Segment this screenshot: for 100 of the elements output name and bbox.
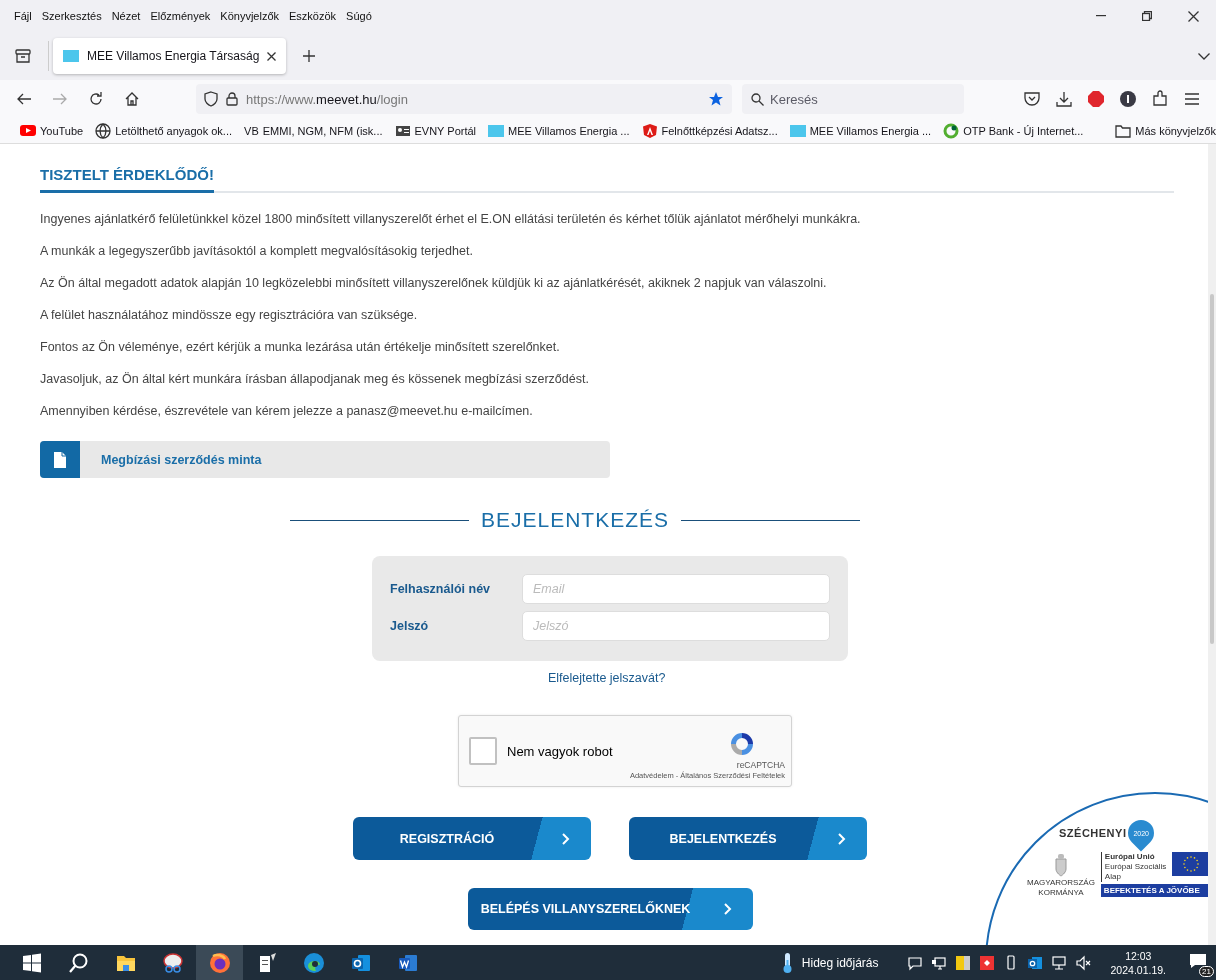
bookmark-item[interactable]: OTP Bank - Új Internet... <box>943 122 1084 139</box>
search-field[interactable]: Keresés <box>742 84 964 114</box>
document-link[interactable]: Megbízási szerződés minta <box>40 441 610 478</box>
chevron-right-icon <box>838 832 846 845</box>
slogan-banner: BEFEKTETÉS A JÖVŐBE <box>1100 884 1211 897</box>
puzzle-icon <box>1151 90 1169 108</box>
chat-bubble-icon[interactable] <box>906 954 923 971</box>
site-favicon <box>63 50 79 62</box>
shield-icon <box>204 91 218 107</box>
site-favicon <box>789 122 806 139</box>
bookmark-label: MEE Villamos Energia ... <box>809 124 932 137</box>
input-field[interactable]: Jelszó <box>522 611 830 641</box>
pocket-icon <box>1023 90 1041 108</box>
bookmark-item[interactable]: EVNY Portál <box>394 122 477 139</box>
speaker-muted-icon[interactable] <box>1074 954 1091 971</box>
captcha-label: Nem vagyok robot <box>507 743 613 759</box>
eu-text: Európai Unió <box>1104 852 1156 862</box>
info-paragraph: Javasoljuk, az Ön által kért munkára írásban állapodjanak meg és kössenek megbízási szerződést. <box>40 371 590 388</box>
close-icon[interactable] <box>267 51 277 61</box>
menu-item[interactable]: Szerkesztés <box>41 8 102 24</box>
field-label: Jelszó <box>390 619 430 633</box>
clock[interactable]: 12:03 2024.01.19. <box>1104 947 1172 978</box>
menu-item[interactable]: Előzmények <box>150 8 211 24</box>
star-icon[interactable] <box>708 91 724 107</box>
input-field[interactable]: Email <box>522 574 830 604</box>
folder-icon <box>1115 122 1132 139</box>
search-icon <box>67 951 90 974</box>
download-icon <box>1055 90 1073 108</box>
badge-title: SZÉCHENYI <box>1059 827 1127 839</box>
info-paragraph: Ingyenes ajánlatkérő felületünkkel közel 1800 minősített villanyszerelőt érhet el E.ON ellátási területén és kérhet tőlük ajánlatot mérőhelyi munkákra. <box>40 211 862 228</box>
bookmark-item[interactable]: Más könyvjelzők <box>1115 122 1216 139</box>
stop-sign-icon <box>1087 90 1105 108</box>
message-icon <box>1189 953 1207 969</box>
notification-button[interactable]: 21 <box>1180 945 1216 980</box>
restore-icon <box>1142 11 1152 21</box>
menu-item[interactable]: Fájl <box>14 8 32 24</box>
scrollbar-thumb[interactable] <box>1210 294 1214 644</box>
info-paragraph: Az Ön által megadott adatok alapján 10 legközelebbi minősített villanyszerelőnek küldjük ki az ajánlatkérését, akiknek 2 napjuk van válaszolni. <box>40 275 828 292</box>
bookmark-label: OTP Bank - Új Internet... <box>963 124 1084 137</box>
menu-item[interactable]: Nézet <box>111 8 141 24</box>
captcha-brand: reCAPTCHA <box>736 759 785 770</box>
chevron-right-icon <box>724 903 732 915</box>
government-text: KORMÁNYA <box>1038 888 1084 897</box>
forgot-password-link[interactable]: Elfelejtette jelszavát? <box>548 671 666 685</box>
bookmark-label: Más könyvjelzők <box>1135 124 1216 137</box>
eu-text: Alap <box>1104 872 1122 882</box>
page-heading: TISZTELT ÉRDEKLŐDŐ! <box>40 166 214 193</box>
action-button[interactable]: REGISZTRÁCIÓ <box>353 817 591 860</box>
chevron-right-icon <box>562 832 570 845</box>
info-circle-icon <box>1119 90 1137 108</box>
ring-icon <box>943 122 960 139</box>
action-button[interactable]: BEJELENTKEZÉS <box>629 817 867 860</box>
bookmark-item[interactable]: Letölthető anyagok ok... <box>95 122 233 139</box>
bookmark-item[interactable]: MEE Villamos Energia ... <box>488 122 630 139</box>
eu-flag-icon <box>1172 852 1211 876</box>
bookmark-label: MEE Villamos Energia ... <box>508 124 630 137</box>
bookmark-item[interactable]: VB EMMI, NGM, NFM (isk... <box>244 124 383 137</box>
site-favicon <box>488 122 505 139</box>
chevron-down-icon[interactable] <box>1198 52 1210 60</box>
bookmark-item[interactable]: MEE Villamos Energia ... <box>789 122 932 139</box>
bookmark-prefix: VB <box>244 124 259 137</box>
electrician-login-button[interactable]: BELÉPÉS VILLANYSZERELŐKNEK <box>468 888 753 930</box>
lock-icon <box>226 92 238 106</box>
login-title: BEJELENTKEZÉS <box>480 508 670 532</box>
menu-icon <box>1183 90 1201 108</box>
menu-item[interactable]: Eszközök <box>289 8 337 24</box>
info-paragraph: A felület használatához mindössze egy regisztrációra van szüksége. <box>40 307 419 324</box>
bookmark-label: Letölthető anyagok ok... <box>115 124 233 137</box>
bookmark-label: EMMI, NGM, NFM (isk... <box>262 124 383 137</box>
bookmark-item[interactable]: YouTube <box>20 122 84 139</box>
tab-title: MEE Villamos Energia Társaság <box>87 49 260 63</box>
info-paragraph: Fontos az Ön véleménye, ezért kérjük a munka lezárása után értékelje minősített szerelőnket. <box>40 339 561 356</box>
scrollbar[interactable] <box>1208 144 1216 945</box>
weather-widget[interactable]: Hideg időjárás <box>773 950 885 975</box>
address-bar[interactable]: https://www.meevet.hu/login <box>196 84 732 114</box>
government-text: MAGYARORSZÁG <box>1027 878 1095 887</box>
app-tile-icon[interactable] <box>954 954 971 971</box>
mail-letter-icon[interactable] <box>1026 954 1043 971</box>
notification-count: 21 <box>1199 966 1214 977</box>
home-icon <box>124 91 140 107</box>
bookmark-label: YouTube <box>40 124 84 137</box>
reload-icon <box>88 91 104 107</box>
monitor-icon[interactable] <box>930 954 947 971</box>
browser-tab[interactable]: MEE Villamos Energia Társaság <box>53 38 287 74</box>
app-tile-icon[interactable] <box>978 954 995 971</box>
info-paragraph: A munkák a legegyszerűbb javításoktól a komplett megvalósításokig terjedhet. <box>40 243 474 260</box>
bookmark-item[interactable]: Felnőttképzési Adatsz... <box>641 122 778 139</box>
bookmark-label: EVNY Portál <box>414 124 477 137</box>
url-text: https://www.meevet.hu/login <box>246 91 409 107</box>
globe-icon <box>95 122 112 139</box>
eu-text: Európai Szociális <box>1104 862 1167 872</box>
menu-item[interactable]: Könyvjelzők <box>220 8 280 24</box>
play-icon <box>20 122 36 139</box>
captcha-checkbox[interactable] <box>469 737 497 765</box>
plus-icon <box>303 50 316 62</box>
arrow-left-icon <box>16 91 32 107</box>
menu-item[interactable]: Súgó <box>346 8 372 24</box>
arrow-right-icon <box>52 91 68 107</box>
shield-icon <box>641 122 658 139</box>
bookmark-label: Felnőttképzési Adatsz... <box>661 124 778 137</box>
